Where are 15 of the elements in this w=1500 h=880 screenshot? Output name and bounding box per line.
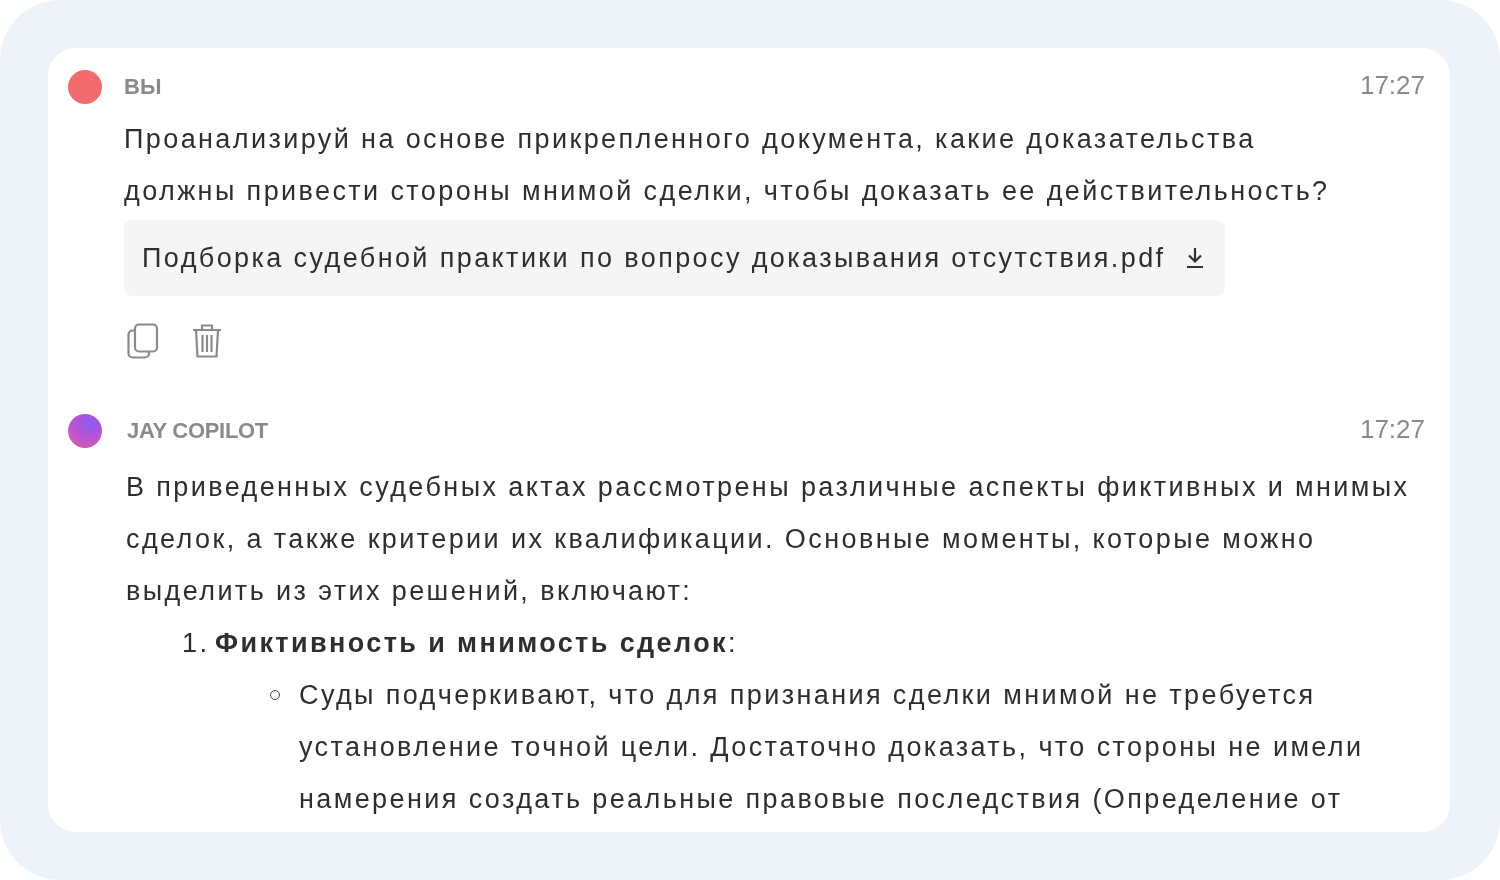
message-time: 17:27	[1359, 415, 1425, 443]
list-item-text: Суды подчеркивают, что для признания сделки мнимой не требуется установление точной цели. Достаточно доказать, что стороны не имели намерения создать реальные правовые последствия (Определение от	[299, 679, 1364, 816]
list-number: 1.	[182, 627, 211, 660]
avatar-icon	[68, 70, 102, 104]
copy-icon[interactable]	[127, 323, 159, 359]
avatar-icon	[68, 414, 102, 448]
download-icon	[1185, 247, 1206, 269]
list-item-text: Фиктивность и мнимость сделок:	[215, 627, 738, 660]
message-text: В приведенных судебных актах рассмотрены различные аспекты фиктивных и мнимых сделок, а также критерии их квалификации. Основные моменты, которые можно выделить из этих решений, включают:	[126, 471, 1411, 608]
trash-icon[interactable]	[191, 323, 223, 359]
author-name: JAY COPILOT	[127, 417, 268, 445]
message-time: 17:27	[1359, 71, 1425, 99]
attachment-chip[interactable]: Подборка судебной практики по вопросу доказывания отсутствия.pdf	[124, 220, 1226, 296]
message-text: Проанализируй на основе прикрепленного документа, какие доказательства должны привести стороны мнимой сделки, чтобы доказать ее действительность?	[124, 123, 1331, 208]
author-name: ВЫ	[124, 73, 162, 101]
